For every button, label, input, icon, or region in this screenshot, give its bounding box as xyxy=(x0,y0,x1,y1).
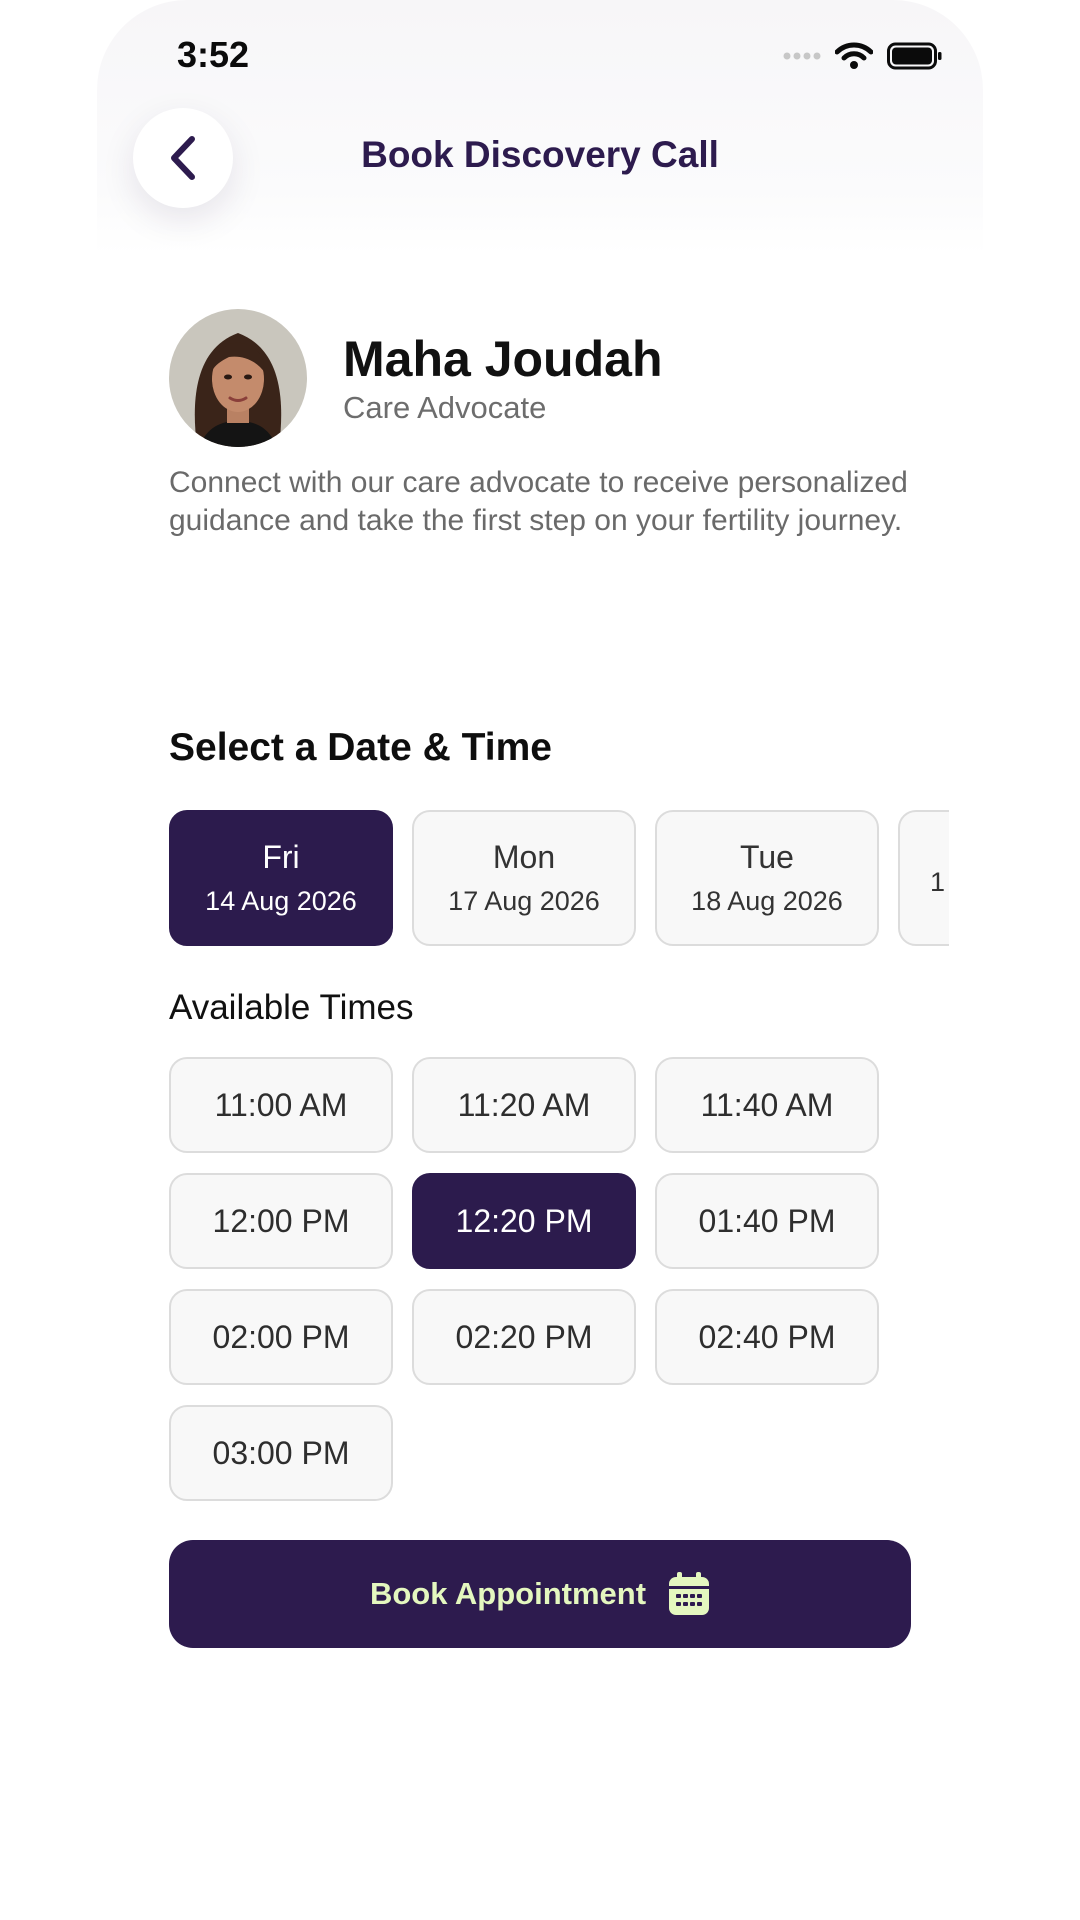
date-date: 18 Aug 2026 xyxy=(691,886,843,916)
date-day: Fri xyxy=(262,839,300,875)
date-card-tue[interactable]: Tue 18 Aug 2026 xyxy=(655,810,879,946)
time-slot[interactable]: 11:20 AM xyxy=(412,1057,636,1153)
date-date: 1 xyxy=(930,867,946,897)
time-slot[interactable]: 03:00 PM xyxy=(169,1405,393,1501)
date-day: Mon xyxy=(492,839,556,875)
avatar xyxy=(169,309,307,447)
phone-screen: 3:52 Book Discovery Call Maha Joudah Car… xyxy=(97,0,983,1920)
time-slot-selected[interactable]: 12:20 PM xyxy=(412,1173,636,1269)
book-appointment-label: Book Appointment xyxy=(369,1576,647,1611)
book-appointment-button[interactable]: Book Appointment xyxy=(169,1540,911,1648)
battery-icon xyxy=(887,42,942,70)
time-slot[interactable]: 02:00 PM xyxy=(169,1289,393,1385)
date-date: 14 Aug 2026 xyxy=(205,886,357,916)
date-card-fri[interactable]: Fri 14 Aug 2026 xyxy=(169,810,393,946)
date-day: Tue xyxy=(740,839,794,875)
page-title: Book Discovery Call xyxy=(361,134,719,175)
advocate-photo xyxy=(169,309,307,447)
advocate-role: Care Advocate xyxy=(343,390,547,425)
time-slot[interactable]: 12:00 PM xyxy=(169,1173,393,1269)
time-slot[interactable]: 11:00 AM xyxy=(169,1057,393,1153)
date-picker[interactable]: Fri 14 Aug 2026 Mon 17 Aug 2026 Tue 18 A… xyxy=(169,810,949,950)
advocate-name: Maha Joudah xyxy=(343,331,663,387)
date-card-partial[interactable]: 1 xyxy=(898,810,949,946)
time-slot-grid: 11:00 AM 11:20 AM 11:40 AM 12:00 PM 12:2… xyxy=(169,1057,909,1501)
time-slot[interactable]: 11:40 AM xyxy=(655,1057,879,1153)
date-card-mon[interactable]: Mon 17 Aug 2026 xyxy=(412,810,636,946)
time-slot[interactable]: 02:40 PM xyxy=(655,1289,879,1385)
date-date: 17 Aug 2026 xyxy=(448,886,600,916)
calendar-icon xyxy=(669,1572,710,1615)
status-icons xyxy=(783,40,943,72)
advocate-description: Connect with our care advocate to receiv… xyxy=(169,466,908,537)
date-section-title: Select a Date & Time xyxy=(169,726,552,769)
wifi-icon xyxy=(835,42,873,69)
signal-icon xyxy=(783,52,821,60)
times-section-title: Available Times xyxy=(169,988,414,1027)
status-time: 3:52 xyxy=(177,34,250,75)
time-slot[interactable]: 02:20 PM xyxy=(412,1289,636,1385)
time-slot[interactable]: 01:40 PM xyxy=(655,1173,879,1269)
